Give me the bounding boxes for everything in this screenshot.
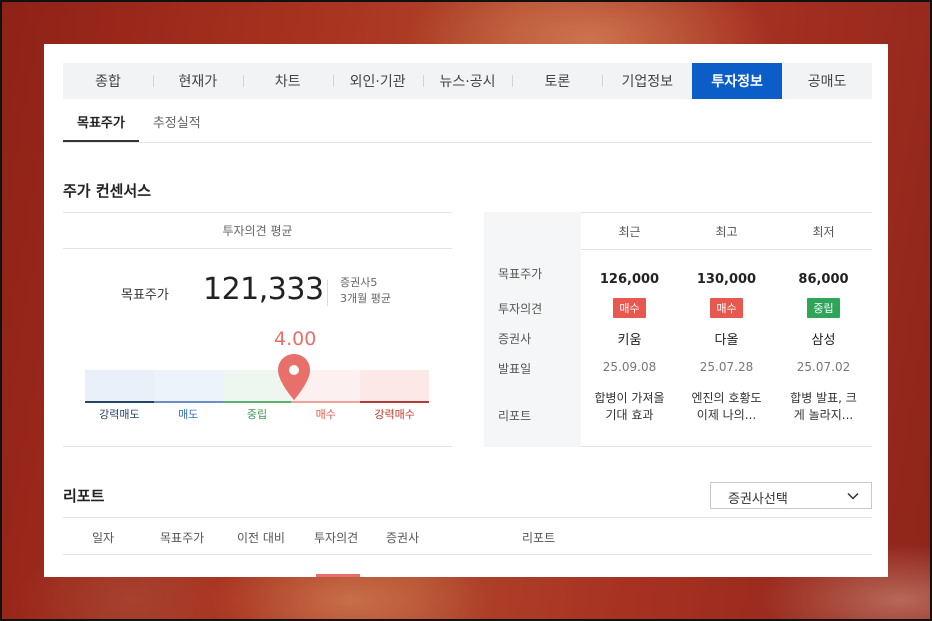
broker-highest: 다올 — [714, 333, 739, 348]
scale-labels: 강력매도 매도 중립 매수 강력매수 — [85, 406, 429, 422]
tab-current-price[interactable]: 현재가 — [152, 63, 243, 99]
report-title: 리포트 — [63, 487, 105, 505]
report-link-highest[interactable]: 엔진의 호황도 이제 나의... — [678, 390, 775, 424]
report-line: 합병이 가져올 — [594, 391, 665, 405]
scale-line-sell — [153, 401, 223, 403]
summary-table: 최근 최고 최저 목표주가 투자의견 증권사 발표일 리포트 126,000 1… — [484, 212, 872, 447]
opinion-badge: 중립 — [807, 298, 840, 318]
scale-line-strong-sell — [85, 401, 154, 403]
report-table-header: 일자 목표주가 이전 대비 투자의견 증권사 리포트 — [63, 517, 872, 555]
report-line: 엔진의 호황도 — [691, 391, 762, 405]
divider — [581, 446, 872, 447]
opinion-highest: 매수 — [678, 298, 775, 318]
scale-line-hold — [222, 401, 292, 403]
opinion-scale — [85, 370, 429, 401]
target-price-meta: 증권사5 3개월 평균 — [340, 275, 391, 307]
target-price-row: 목표주가 121,333 증권사5 3개월 평균 — [63, 272, 452, 312]
opinion-average-header: 투자의견 평균 — [63, 212, 452, 249]
row-label-opinion: 투자의견 — [498, 302, 543, 316]
tab-investment-info[interactable]: 투자정보 — [692, 63, 783, 99]
consensus-title: 주가 컨센서스 — [63, 182, 152, 200]
target-price-value: 121,333 — [203, 272, 324, 307]
investment-info-panel: 종합 현재가 차트 외인·기관 뉴스·공시 토론 기업정보 투자정보 공매도 목… — [44, 44, 888, 577]
opinion-lowest: 중립 — [775, 298, 872, 318]
tab-short-selling[interactable]: 공매도 — [782, 63, 872, 99]
target-price-label: 목표주가 — [121, 288, 169, 303]
date-lowest: 25.07.02 — [796, 360, 851, 374]
chevron-down-icon — [847, 492, 859, 500]
tab-foreign-institution[interactable]: 외인·기관 — [332, 63, 423, 99]
date-recent: 25.09.08 — [602, 360, 657, 374]
broker-count: 증권사5 — [340, 276, 378, 289]
divider — [63, 446, 452, 447]
report-line: 기대 효과 — [605, 408, 654, 422]
subtab-target-price[interactable]: 목표주가 — [63, 106, 139, 142]
scale-segment-strong-buy — [360, 370, 429, 401]
col-header-change: 이전 대비 — [237, 531, 285, 545]
opinion-score: 4.00 — [274, 328, 317, 350]
scale-line-strong-buy — [360, 401, 429, 403]
scale-segment-strong-sell — [85, 370, 154, 401]
tab-company-info[interactable]: 기업정보 — [602, 63, 692, 99]
target-price-recent: 126,000 — [599, 272, 660, 287]
col-header-highest: 최고 — [715, 225, 738, 239]
tab-discussion[interactable]: 토론 — [512, 63, 602, 99]
broker-lowest: 삼성 — [811, 333, 836, 348]
broker-recent: 키움 — [617, 333, 642, 348]
report-line: 게 놀라지... — [793, 408, 854, 422]
target-price-highest: 130,000 — [696, 272, 757, 287]
report-link-lowest[interactable]: 합병 발표, 크 게 놀라지... — [775, 390, 872, 424]
report-link-recent[interactable]: 합병이 가져올 기대 효과 — [581, 390, 678, 424]
report-line: 합병 발표, 크 — [790, 391, 857, 405]
label-strong-sell: 강력매도 — [99, 408, 140, 421]
col-header-recent: 최근 — [618, 225, 641, 239]
tab-summary[interactable]: 종합 — [63, 63, 153, 99]
tab-chart[interactable]: 차트 — [242, 63, 333, 99]
row-label-date: 발표일 — [498, 362, 532, 376]
row-label-report: 리포트 — [498, 409, 532, 423]
col-header-opinion: 투자의견 — [314, 531, 359, 545]
row-label-broker: 증권사 — [498, 332, 532, 346]
broker-select[interactable]: 증권사선택 — [710, 482, 872, 509]
label-sell: 매도 — [178, 408, 199, 421]
opinion-average-box: 투자의견 평균 목표주가 121,333 증권사5 3개월 평균 4.00 강력… — [63, 212, 452, 447]
report-line: 이제 나의... — [696, 408, 757, 422]
scale-segment-sell — [153, 370, 223, 401]
sub-tabs: 목표주가 추정실적 — [63, 106, 872, 143]
opinion-indicator-bar — [316, 574, 360, 577]
label-hold: 중립 — [246, 408, 268, 421]
opinion-badge: 매수 — [710, 298, 743, 318]
average-period: 3개월 평균 — [340, 292, 391, 305]
col-header-target-price: 목표주가 — [160, 531, 205, 545]
col-header-date: 일자 — [92, 531, 115, 545]
divider — [327, 280, 328, 306]
divider — [581, 249, 872, 250]
broker-select-value: 증권사선택 — [728, 492, 788, 507]
col-header-report: 리포트 — [522, 531, 556, 545]
subtab-estimated-earnings[interactable]: 추정실적 — [139, 106, 215, 142]
top-nav: 종합 현재가 차트 외인·기관 뉴스·공시 토론 기업정보 투자정보 공매도 — [63, 63, 872, 99]
date-highest: 25.07.28 — [699, 360, 754, 374]
opinion-badge: 매수 — [613, 298, 646, 318]
row-label-target-price: 목표주가 — [498, 267, 543, 281]
target-price-lowest: 86,000 — [798, 272, 849, 287]
col-header-broker: 증권사 — [386, 531, 420, 545]
label-strong-buy: 강력매수 — [374, 408, 415, 421]
scale-line-buy — [291, 401, 361, 403]
location-pin-icon — [278, 354, 310, 400]
col-header-lowest: 최저 — [812, 225, 835, 239]
divider — [581, 212, 872, 213]
label-buy: 매수 — [315, 408, 336, 421]
tab-news-disclosure[interactable]: 뉴스·공시 — [422, 63, 513, 99]
scale-baseline — [85, 401, 429, 403]
opinion-recent: 매수 — [581, 298, 678, 318]
